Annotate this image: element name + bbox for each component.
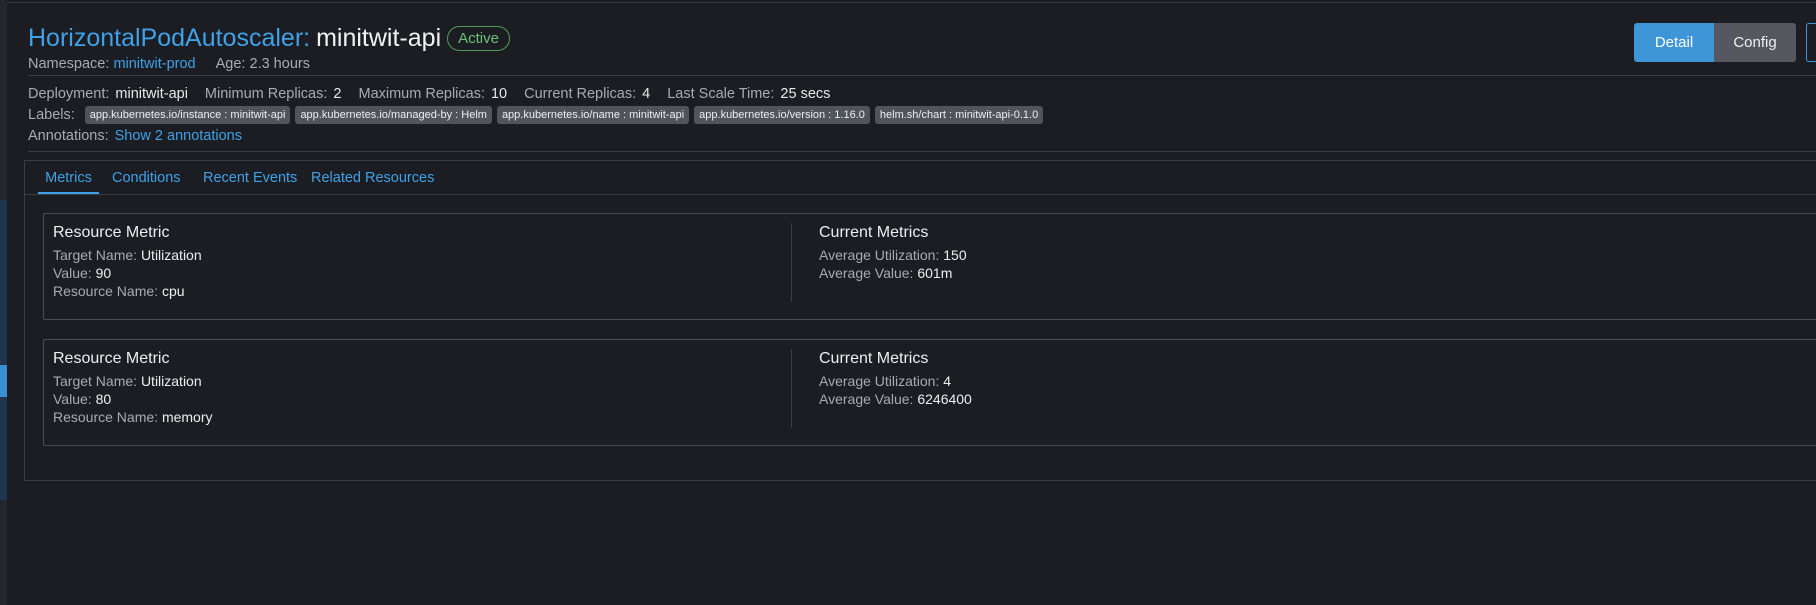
tab-recent-events[interactable]: Recent Events: [203, 161, 297, 194]
target-name-value: Utilization: [140, 373, 202, 389]
resource-name-row: Resource Name: cpu: [53, 282, 202, 300]
resource-name-label: Resource Name:: [53, 283, 159, 299]
deployment-field: Deployment: minitwit-api: [28, 85, 188, 103]
value-label: Value:: [53, 265, 92, 281]
label-tag: app.kubernetes.io/name : minitwit-api: [496, 106, 690, 124]
tab-related-resources[interactable]: Related Resources: [311, 161, 434, 194]
resource-metric-heading: Resource Metric: [53, 350, 170, 367]
avg-value-value: 6246400: [917, 391, 972, 407]
avg-utilization-row: Average Utilization: 4: [819, 372, 972, 390]
avg-utilization-label: Average Utilization:: [819, 373, 940, 389]
current-replicas-field: Current Replicas: 4: [524, 85, 650, 103]
resource-metric-column: Resource Metric Target Name: Utilization…: [53, 223, 202, 300]
annotations-row: Annotations: Show 2 annotations: [28, 128, 242, 144]
value-value: 80: [95, 391, 112, 407]
current-metrics-heading: Current Metrics: [819, 350, 929, 367]
last-scale-value: 25 secs: [780, 86, 831, 102]
max-replicas-label: Maximum Replicas:: [358, 86, 485, 102]
avg-value-row: Average Value: 6246400: [819, 390, 972, 408]
resource-metric-heading: Resource Metric: [53, 224, 170, 241]
target-name-label: Target Name:: [53, 373, 138, 389]
metric-column-divider: [791, 223, 792, 302]
avg-utilization-row: Average Utilization: 150: [819, 246, 967, 264]
metric-card: Resource Metric Target Name: Utilization…: [43, 213, 1816, 320]
avg-utilization-value: 150: [943, 247, 967, 263]
value-label: Value:: [53, 391, 92, 407]
hpa-detail-page: HorizontalPodAutoscaler: minitwit-api Ac…: [24, 0, 1816, 605]
tab-panel: Metrics Conditions Recent Events Related…: [24, 160, 1816, 481]
label-tag: app.kubernetes.io/version : 1.16.0: [694, 106, 870, 124]
hpa-summary: Deployment: minitwit-api Minimum Replicas…: [28, 85, 847, 103]
label-tag: helm.sh/chart : minitwit-api-0.1.0: [874, 106, 1044, 124]
namespace-label: Namespace:: [28, 56, 110, 72]
current-metrics-column: Current Metrics Average Utilization: 4 A…: [819, 349, 972, 408]
sidebar-rail-section: [0, 200, 7, 500]
min-replicas-value: 2: [333, 86, 342, 102]
resource-meta: Namespace: minitwit-prod Age: 2.3 hours: [28, 56, 310, 72]
value-value: 90: [95, 265, 112, 281]
header-divider: [28, 75, 1816, 76]
deployment-label: Deployment:: [28, 86, 110, 102]
resource-metric-column: Resource Metric Target Name: Utilization…: [53, 349, 213, 426]
target-name-row: Target Name: Utilization: [53, 246, 202, 264]
view-mode-toggle: Detail Config: [1634, 23, 1816, 62]
tab-metrics[interactable]: Metrics: [38, 161, 99, 194]
avg-value-label: Average Value:: [819, 265, 914, 281]
tab-bar: Metrics Conditions Recent Events Related…: [25, 161, 1816, 195]
target-name-value: Utilization: [140, 247, 202, 263]
resource-kind-label: HorizontalPodAutoscaler:: [28, 23, 311, 52]
sidebar-rail-active-indicator[interactable]: [0, 365, 7, 397]
label-tag: app.kubernetes.io/managed-by : Helm: [295, 106, 492, 124]
detail-button[interactable]: Detail: [1634, 23, 1714, 62]
avg-value-value: 601m: [917, 265, 953, 281]
metric-card: Resource Metric Target Name: Utilization…: [43, 339, 1816, 446]
resource-name-value: memory: [161, 409, 213, 425]
status-badge: Active: [447, 25, 510, 51]
target-name-row: Target Name: Utilization: [53, 372, 213, 390]
max-replicas-field: Maximum Replicas: 10: [358, 85, 507, 103]
age-value: 2.3 hours: [249, 56, 310, 72]
max-replicas-value: 10: [490, 86, 508, 102]
last-scale-field: Last Scale Time: 25 secs: [667, 85, 830, 103]
resource-name-row: Resource Name: memory: [53, 408, 213, 426]
target-name-label: Target Name:: [53, 247, 138, 263]
resource-name-value: cpu: [161, 283, 185, 299]
last-scale-label: Last Scale Time:: [667, 86, 775, 102]
summary-divider: [28, 151, 1816, 152]
current-replicas-label: Current Replicas:: [524, 86, 637, 102]
namespace-link[interactable]: minitwit-prod: [113, 56, 195, 72]
config-button[interactable]: Config: [1714, 23, 1796, 62]
min-replicas-field: Minimum Replicas: 2: [205, 85, 342, 103]
deployment-value: minitwit-api: [115, 86, 188, 102]
avg-value-label: Average Value:: [819, 391, 914, 407]
avg-value-row: Average Value: 601m: [819, 264, 967, 282]
min-replicas-label: Minimum Replicas:: [204, 86, 328, 102]
tab-conditions[interactable]: Conditions: [112, 161, 181, 194]
show-annotations-link[interactable]: Show 2 annotations: [115, 128, 242, 144]
actions-button[interactable]: [1806, 23, 1816, 62]
annotations-label: Annotations:: [28, 128, 109, 144]
age-label: Age:: [215, 56, 246, 72]
value-row: Value: 80: [53, 390, 213, 408]
left-sidebar-rail: [0, 0, 7, 605]
value-row: Value: 90: [53, 264, 202, 282]
current-metrics-heading: Current Metrics: [819, 224, 929, 241]
metric-column-divider: [791, 349, 792, 428]
current-replicas-value: 4: [642, 86, 651, 102]
avg-utilization-label: Average Utilization:: [819, 247, 940, 263]
resource-name-label: Resource Name:: [53, 409, 159, 425]
page-title: HorizontalPodAutoscaler: minitwit-api Ac…: [28, 22, 510, 54]
avg-utilization-value: 4: [943, 373, 952, 389]
label-tag: app.kubernetes.io/instance : minitwit-ap…: [84, 106, 291, 124]
labels-label: Labels:: [28, 107, 75, 123]
resource-name: minitwit-api: [316, 23, 442, 52]
current-metrics-column: Current Metrics Average Utilization: 150…: [819, 223, 967, 282]
labels-row: Labels: app.kubernetes.io/instance : min…: [28, 106, 1044, 124]
